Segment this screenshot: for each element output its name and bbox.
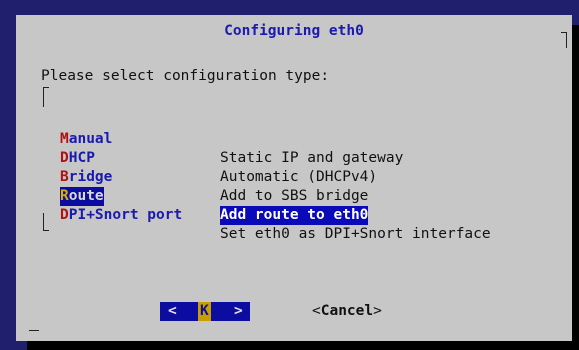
config-dialog: Configuring eth0 Please select configura… bbox=[16, 15, 572, 341]
cancel-open: < bbox=[312, 303, 321, 319]
dialog-shadow-right bbox=[572, 25, 579, 350]
menu-item-description: Add to SBS bridge bbox=[220, 188, 369, 204]
menu-item-description: Automatic (DHCPv4) bbox=[220, 169, 378, 185]
frame-corner bbox=[29, 330, 39, 331]
config-type-menu: Manual Static IP and gateway DHCP Automa… bbox=[60, 111, 491, 242]
menu-item-description: Add route to eth0 bbox=[220, 206, 369, 225]
list-frame bbox=[43, 230, 49, 231]
cancel-button[interactable]: <Cancel> bbox=[312, 302, 382, 321]
menu-item-description: Set eth0 as DPI+Snort interface bbox=[220, 226, 491, 242]
menu-item-description: Static IP and gateway bbox=[220, 150, 404, 166]
frame-corner bbox=[561, 32, 567, 33]
dialog-shadow-bottom bbox=[27, 341, 579, 350]
menu-item-bridge[interactable]: Bridge Add to SBS bridge bbox=[60, 149, 368, 204]
ok-button-left: < bbox=[168, 303, 177, 319]
menu-item-manual[interactable]: Manual Static IP and gateway bbox=[60, 111, 403, 166]
cancel-close: > bbox=[373, 303, 382, 319]
dialog-prompt: Please select configuration type: bbox=[41, 68, 330, 84]
cancel-label: Cancel bbox=[320, 303, 374, 319]
list-frame bbox=[43, 87, 44, 107]
ok-button-right: > bbox=[234, 303, 243, 319]
frame-corner bbox=[566, 32, 567, 48]
menu-item-dpi-snort-port[interactable]: DPI+Snort port Set eth0 as DPI+Snort int… bbox=[60, 187, 491, 242]
menu-item-tag: DPI+Snort port bbox=[60, 207, 183, 223]
ok-button[interactable]: < K > bbox=[160, 302, 250, 321]
menu-item-dhcp[interactable]: DHCP Automatic (DHCPv4) bbox=[60, 130, 377, 185]
list-frame bbox=[43, 213, 44, 231]
dialog-title: Configuring eth0 bbox=[224, 23, 364, 39]
list-frame bbox=[43, 87, 49, 88]
ok-button-hotkey: K bbox=[198, 302, 211, 321]
menu-item-route[interactable]: Route Add route to eth0 bbox=[60, 168, 369, 225]
